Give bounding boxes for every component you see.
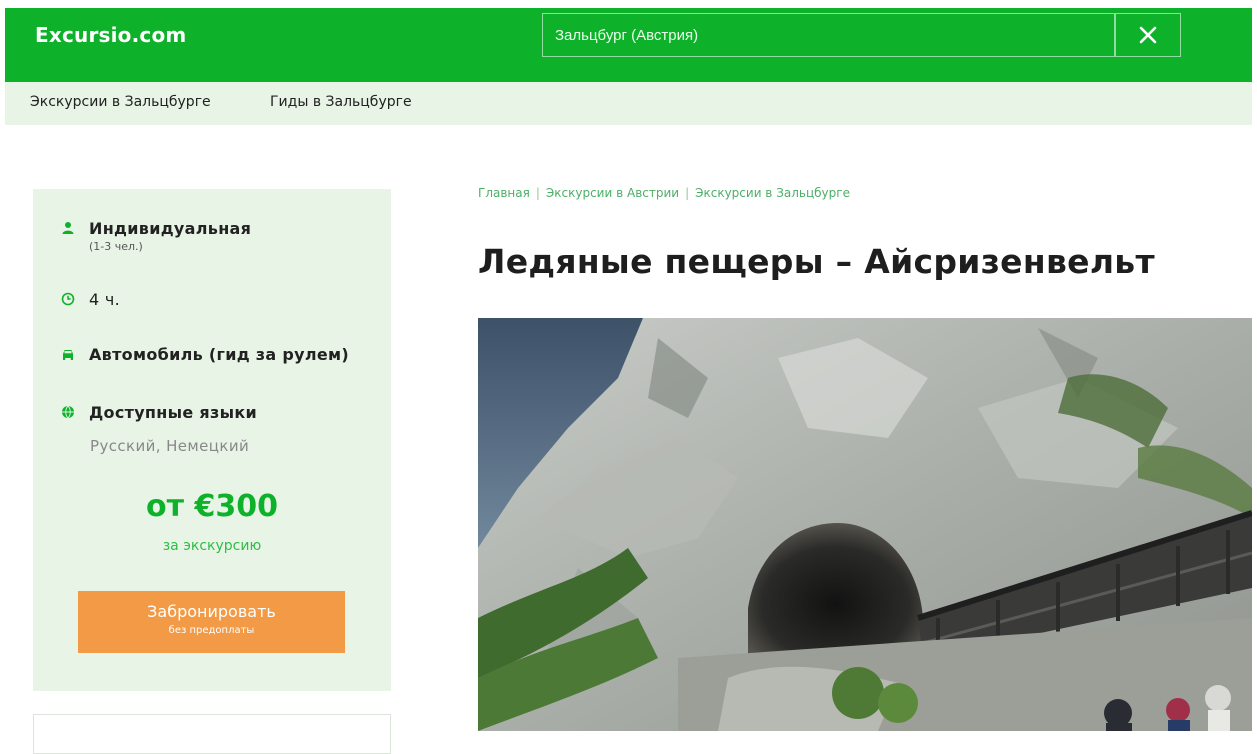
breadcrumb-austria[interactable]: Экскурсии в Австрии [546, 186, 679, 200]
book-button-sublabel: без предоплаты [168, 625, 255, 636]
price: от €300 [146, 489, 278, 524]
nav-guides-link[interactable]: Гиды в Зальцбурге [270, 94, 412, 110]
user-icon [62, 222, 74, 234]
feature-transport: Автомобиль (гид за рулем) [61, 345, 349, 364]
type-title: Индивидуальная [89, 219, 252, 238]
breadcrumb-salzburg[interactable]: Экскурсии в Зальцбурге [695, 186, 850, 200]
book-button[interactable]: Забронировать без предоплаты [78, 591, 345, 653]
booking-sidebar: Индивидуальная (1-3 чел.) 4 ч. Автомобил… [33, 189, 391, 691]
type-subtitle: (1-3 чел.) [89, 240, 143, 253]
feature-languages: Доступные языки [61, 403, 257, 422]
clear-search-button[interactable] [1115, 13, 1181, 57]
feature-duration: 4 ч. [61, 290, 120, 309]
page-title: Ледяные пещеры – Айсризенвельт [478, 242, 1155, 281]
breadcrumb: Главная | Экскурсии в Австрии | Экскурси… [478, 186, 850, 200]
breadcrumb-separator: | [535, 186, 540, 200]
sub-navigation: Экскурсии в Зальцбурге Гиды в Зальцбурге [5, 82, 1252, 125]
clock-icon [61, 292, 75, 306]
sidebar-secondary-card [33, 714, 391, 754]
languages-title: Доступные языки [89, 403, 258, 422]
breadcrumb-home[interactable]: Главная [478, 186, 530, 200]
close-icon [1139, 26, 1157, 44]
hero-image-illustration [478, 318, 1252, 731]
top-header: Excursio.com [5, 8, 1252, 82]
site-logo[interactable]: Excursio.com [35, 23, 186, 47]
globe-icon [62, 405, 74, 419]
duration-text: 4 ч. [89, 290, 121, 309]
hero-image [478, 318, 1252, 731]
breadcrumb-separator: | [685, 186, 690, 200]
price-note: за экскурсию [162, 538, 262, 554]
transport-text: Автомобиль (гид за рулем) [89, 345, 350, 364]
nav-excursions-link[interactable]: Экскурсии в Зальцбурге [30, 94, 211, 110]
languages-list: Русский, Немецкий [90, 437, 250, 455]
feature-type: Индивидуальная (1-3 чел.) [61, 219, 251, 253]
search-input[interactable] [542, 13, 1115, 57]
car-icon [63, 350, 73, 360]
book-button-label: Забронировать [147, 602, 276, 621]
